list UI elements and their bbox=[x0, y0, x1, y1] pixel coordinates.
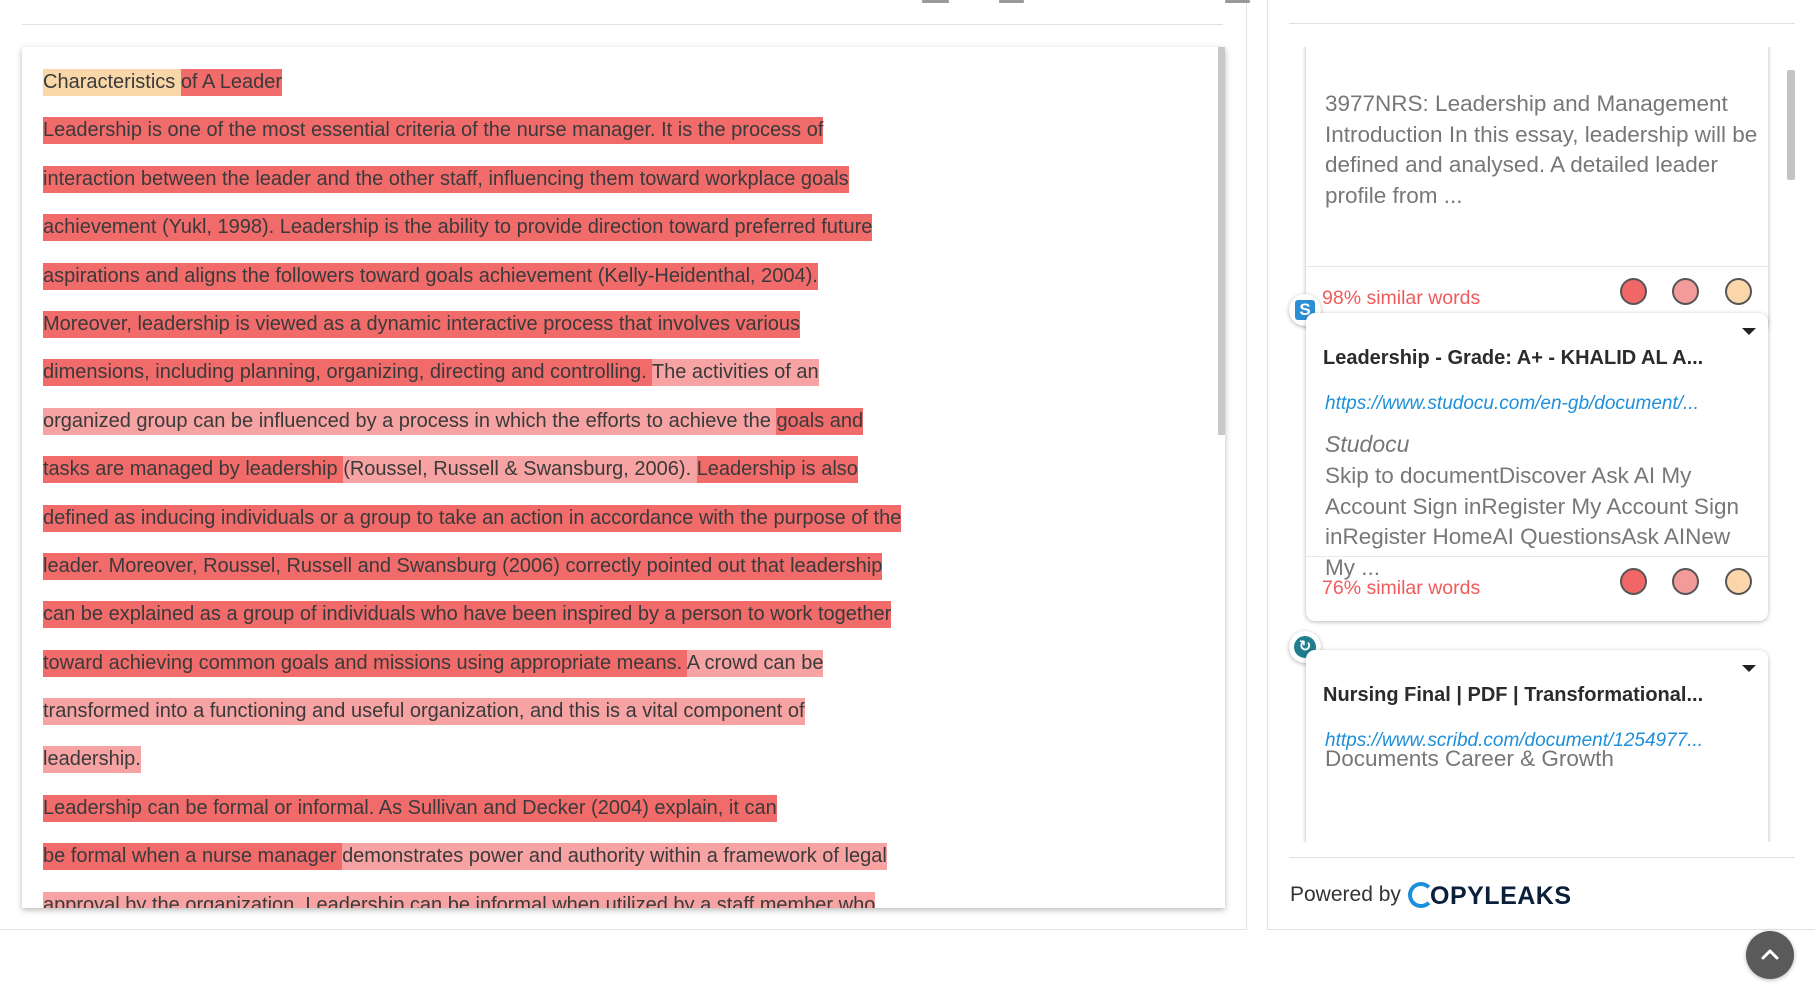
highlight-light[interactable]: demonstrates power and authority within … bbox=[342, 843, 887, 871]
document-line: leadership. bbox=[43, 744, 901, 792]
source-card-footer: 76% similar words bbox=[1306, 556, 1768, 621]
toolbar-icon-fragment[interactable] bbox=[922, 0, 949, 3]
document-line: defined as inducing individuals or a gro… bbox=[43, 503, 902, 551]
document-line: organized group can be influenced by a p… bbox=[43, 406, 901, 454]
document-line: toward achieving common goals and missio… bbox=[43, 648, 901, 696]
highlight-strong[interactable]: Leadership is one of the most essential … bbox=[43, 117, 824, 145]
highlight-strong[interactable]: goals and bbox=[776, 407, 864, 435]
highlight-peach[interactable]: Characteristics bbox=[43, 69, 181, 96]
highlight-strong[interactable]: dimensions, including planning, organizi… bbox=[43, 359, 652, 387]
highlight-strong[interactable]: Leadership is also bbox=[696, 456, 858, 484]
chevron-down-icon[interactable] bbox=[1742, 328, 1756, 335]
paraphrased-filter-dot[interactable] bbox=[1725, 278, 1752, 305]
highlight-strong[interactable]: Moreover, leadership is viewed as a dyna… bbox=[43, 310, 801, 338]
document-scrollbar[interactable] bbox=[1218, 47, 1225, 435]
highlight-strong[interactable]: leader. Moreover, Roussel, Russell and S… bbox=[43, 552, 883, 580]
document-toolbar bbox=[22, 0, 1250, 25]
sources-panel: 3977NRS: Leadership and Management Intro… bbox=[1267, 0, 1815, 930]
highlight-light[interactable]: approval by the organization. Leadership… bbox=[43, 891, 876, 908]
document-line: Characteristics of A Leader bbox=[43, 67, 901, 115]
document-line: Leadership is one of the most essential … bbox=[43, 115, 901, 163]
document-line: Leadership can be formal or informal. As… bbox=[43, 793, 901, 841]
identical-filter-dot[interactable] bbox=[1620, 278, 1647, 305]
document-line: approval by the organization. Leadership… bbox=[43, 890, 901, 908]
powered-by-label: Powered by bbox=[1290, 883, 1401, 906]
scroll-to-top-button[interactable] bbox=[1746, 931, 1794, 979]
source-card[interactable]: Leadership - Grade: A+ - KHALID AL A... … bbox=[1306, 313, 1768, 621]
highlight-strong[interactable]: achievement (Yukl, 1998). Leadership is … bbox=[43, 214, 873, 242]
chevron-up-icon bbox=[1761, 949, 1779, 960]
source-card[interactable]: 3977NRS: Leadership and Management Intro… bbox=[1306, 47, 1768, 331]
identical-filter-dot[interactable] bbox=[1620, 568, 1647, 595]
highlight-light[interactable]: A crowd can be bbox=[686, 649, 824, 677]
document-line: tasks are managed by leadership (Roussel… bbox=[43, 454, 901, 502]
highlight-light[interactable]: (Roussel, Russell & Swansburg, 2006). bbox=[343, 456, 697, 484]
document-line: can be explained as a group of individua… bbox=[43, 599, 901, 647]
highlight-strong[interactable]: Leadership can be formal or informal. As… bbox=[43, 794, 777, 822]
highlight-light[interactable]: The activities of an bbox=[651, 359, 819, 387]
source-snippet: Documents Career & Growth bbox=[1325, 746, 1614, 771]
document-line: aspirations and aligns the followers tow… bbox=[43, 261, 901, 309]
highlight-strong[interactable]: tasks are managed by leadership bbox=[43, 456, 344, 484]
highlight-strong[interactable]: interaction between the leader and the o… bbox=[43, 165, 849, 193]
document-viewer: Characteristics of A Leader Leadership is… bbox=[22, 47, 1225, 908]
similarity-percent: 76% similar words bbox=[1322, 577, 1481, 599]
toolbar-icon-fragment[interactable] bbox=[999, 0, 1024, 3]
highlight-light[interactable]: leadership. bbox=[43, 746, 141, 774]
document-text: Characteristics of A Leader Leadership is… bbox=[43, 67, 902, 908]
source-card[interactable]: Nursing Final | PDF | Transformational..… bbox=[1306, 650, 1768, 842]
toolbar-icon-fragment[interactable] bbox=[1225, 0, 1250, 3]
highlight-strong[interactable]: toward achieving common goals and missio… bbox=[43, 649, 687, 677]
document-line: Moreover, leadership is viewed as a dyna… bbox=[43, 309, 901, 357]
similarity-percent: 98% similar words bbox=[1322, 287, 1481, 309]
minor-changes-filter-dot[interactable] bbox=[1672, 278, 1699, 305]
source-title[interactable]: Leadership - Grade: A+ - KHALID AL A... bbox=[1323, 347, 1743, 370]
document-line: be formal when a nurse manager demonstra… bbox=[43, 841, 901, 889]
document-panel: Characteristics of A Leader Leadership is… bbox=[0, 0, 1250, 930]
source-url-link[interactable]: https://www.studocu.com/en-gb/document/.… bbox=[1325, 393, 1751, 415]
source-site-name: Studocu bbox=[1325, 431, 1410, 457]
divider bbox=[1289, 23, 1795, 24]
highlight-strong[interactable]: be formal when a nurse manager bbox=[43, 843, 343, 871]
highlight-light[interactable]: transformed into a functioning and usefu… bbox=[43, 698, 805, 726]
sources-list: 3977NRS: Leadership and Management Intro… bbox=[1268, 47, 1816, 842]
minor-changes-filter-dot[interactable] bbox=[1672, 568, 1699, 595]
source-title[interactable]: Nursing Final | PDF | Transformational..… bbox=[1323, 684, 1743, 707]
divider bbox=[1289, 857, 1795, 858]
document-line: interaction between the leader and the o… bbox=[43, 164, 901, 212]
copyleaks-logo[interactable]: OPYLEAKS bbox=[1408, 877, 1572, 917]
document-line: achievement (Yukl, 1998). Leadership is … bbox=[43, 212, 901, 260]
highlight-strong[interactable]: aspirations and aligns the followers tow… bbox=[43, 262, 818, 290]
highlight-strong[interactable]: can be explained as a group of individua… bbox=[43, 601, 892, 629]
highlight-light[interactable]: organized group can be influenced by a p… bbox=[43, 407, 777, 435]
highlight-strong[interactable]: of A Leader bbox=[180, 69, 283, 96]
document-line: dimensions, including planning, organizi… bbox=[43, 357, 901, 405]
sources-scrollbar[interactable] bbox=[1787, 70, 1795, 180]
document-line: leader. Moreover, Roussel, Russell and S… bbox=[43, 551, 901, 599]
source-snippet: 3977NRS: Leadership and Management Intro… bbox=[1325, 91, 1758, 208]
document-line: transformed into a functioning and usefu… bbox=[43, 696, 901, 744]
chevron-down-icon[interactable] bbox=[1742, 665, 1756, 672]
paraphrased-filter-dot[interactable] bbox=[1725, 568, 1752, 595]
highlight-strong[interactable]: defined as inducing individuals or a gro… bbox=[43, 504, 902, 532]
